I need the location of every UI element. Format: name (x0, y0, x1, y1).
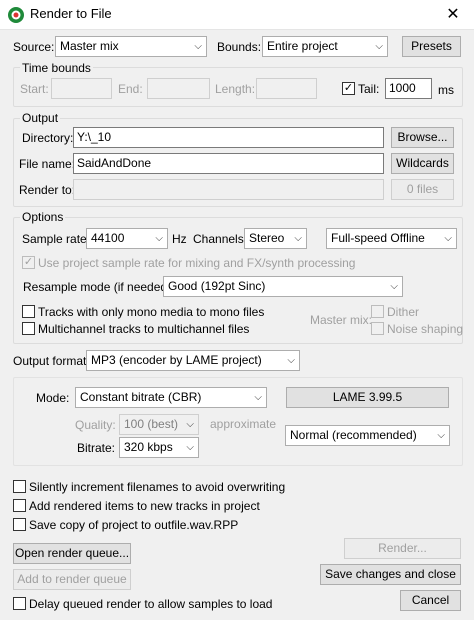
render-to-field (73, 179, 384, 200)
presets-button[interactable]: Presets (402, 36, 461, 57)
lame-version-button[interactable]: LAME 3.99.5 (286, 387, 449, 408)
render-speed-select[interactable]: Full-speed Offline ⌵ (326, 228, 457, 249)
chevron-down-icon: ⌵ (194, 41, 202, 52)
multichannel-checkbox[interactable] (22, 322, 35, 335)
sample-rate-select[interactable]: 44100 ⌵ (86, 228, 168, 249)
tail-label: Tail: (358, 82, 380, 96)
save-copy-checkbox[interactable] (13, 518, 26, 531)
save-and-close-button[interactable]: Save changes and close (320, 564, 461, 585)
sample-rate-value: 44100 (91, 231, 125, 245)
chevron-down-icon: ⌵ (186, 442, 194, 453)
filename-label: File name: (19, 157, 76, 171)
render-to-label: Render to: (19, 183, 76, 197)
bounds-select[interactable]: Entire project ⌵ (262, 36, 388, 57)
quality-label: Quality: (75, 418, 116, 432)
sample-rate-label: Sample rate: (22, 232, 91, 246)
bitrate-label: Bitrate: (77, 441, 116, 455)
noise-shaping-checkbox (371, 322, 384, 335)
output-title: Output (20, 111, 61, 125)
encoding-quality-value: Normal (recommended) (290, 428, 417, 442)
resample-value: Good (192pt Sinc) (168, 279, 266, 293)
channels-select[interactable]: Stereo ⌵ (244, 228, 307, 249)
chevron-down-icon: ⌵ (390, 281, 398, 292)
noise-shaping-label: Noise shaping (387, 322, 464, 336)
quality-select: 100 (best) ⌵ (119, 414, 199, 435)
source-label: Source: (13, 40, 55, 54)
bounds-value: Entire project (267, 39, 338, 53)
multichannel-label: Multichannel tracks to multichannel file… (38, 322, 250, 336)
filename-input[interactable]: SaidAndDone (73, 153, 384, 174)
resample-label: Resample mode (if needed): (23, 280, 175, 294)
directory-label: Directory: (22, 131, 74, 145)
options-title: Options (20, 210, 66, 224)
tail-field[interactable]: 1000 (385, 78, 432, 99)
channels-value: Stereo (249, 231, 285, 245)
chevron-down-icon: ⌵ (254, 392, 262, 403)
mode-value: Constant bitrate (CBR) (80, 390, 202, 404)
delay-queued-label: Delay queued render to allow samples to … (29, 597, 273, 611)
checkmark-icon: ✓ (343, 82, 354, 94)
chevron-down-icon: ⌵ (186, 419, 194, 430)
mono-label: Tracks with only mono media to mono file… (38, 305, 265, 319)
output-format-select[interactable]: MP3 (encoder by LAME project) ⌵ (86, 350, 300, 371)
source-value: Master mix (60, 39, 119, 53)
start-label: Start: (20, 82, 49, 96)
bounds-label: Bounds: (217, 40, 262, 54)
chevron-down-icon: ⌵ (155, 233, 163, 244)
tail-checkbox[interactable]: ✓ (342, 82, 355, 95)
encoding-quality-select[interactable]: Normal (recommended) ⌵ (285, 425, 450, 446)
browse-button[interactable]: Browse... (391, 127, 454, 148)
mono-checkbox[interactable] (22, 305, 35, 318)
silently-increment-checkbox[interactable] (13, 480, 26, 493)
length-label: Length: (215, 82, 256, 96)
render-speed-value: Full-speed Offline (331, 231, 425, 245)
output-format-label: Output format: (13, 354, 90, 368)
use-project-rate-label: Use project sample rate for mixing and F… (38, 256, 356, 270)
bitrate-value: 320 kbps (124, 440, 173, 454)
save-copy-label: Save copy of project to outfile.wav.RPP (29, 518, 239, 532)
quality-value: 100 (best) (124, 417, 179, 431)
render-button: Render... (344, 538, 461, 559)
master-mix-label: Master mix: (310, 313, 373, 327)
add-rendered-label: Add rendered items to new tracks in proj… (29, 499, 260, 513)
time-bounds-title: Time bounds (20, 61, 93, 75)
add-to-render-queue-button: Add to render queue (13, 569, 131, 590)
resample-select[interactable]: Good (192pt Sinc) ⌵ (163, 276, 403, 297)
channels-label: Channels: (193, 232, 248, 246)
wildcards-button[interactable]: Wildcards (391, 153, 454, 174)
silently-increment-label: Silently increment filenames to avoid ov… (29, 480, 286, 494)
cancel-button[interactable]: Cancel (400, 590, 461, 611)
dither-checkbox (371, 305, 384, 318)
approximate-label: approximate (210, 417, 277, 431)
directory-input[interactable]: Y:\_10 (73, 127, 384, 148)
mode-label: Mode: (36, 391, 70, 405)
tail-unit: ms (438, 83, 454, 97)
delay-queued-checkbox[interactable] (13, 597, 26, 610)
checkmark-icon: ✓ (23, 256, 34, 268)
reaper-logo-icon (8, 7, 24, 23)
mode-select[interactable]: Constant bitrate (CBR) ⌵ (75, 387, 267, 408)
length-field[interactable] (256, 78, 317, 99)
start-field[interactable] (51, 78, 112, 99)
chevron-down-icon: ⌵ (287, 355, 295, 366)
add-rendered-checkbox[interactable] (13, 499, 26, 512)
open-render-queue-button[interactable]: Open render queue... (13, 543, 131, 564)
source-select[interactable]: Master mix ⌵ (55, 36, 207, 57)
chevron-down-icon: ⌵ (294, 233, 302, 244)
chevron-down-icon: ⌵ (444, 233, 452, 244)
close-icon[interactable]: ✕ (436, 3, 470, 27)
end-field[interactable] (147, 78, 210, 99)
bitrate-select[interactable]: 320 kbps ⌵ (119, 437, 199, 458)
dither-label: Dither (387, 305, 420, 319)
use-project-rate-checkbox: ✓ (22, 256, 35, 269)
chevron-down-icon: ⌵ (375, 41, 383, 52)
chevron-down-icon: ⌵ (437, 430, 445, 441)
files-count-button: 0 files (391, 179, 454, 200)
end-label: End: (118, 82, 143, 96)
sample-rate-unit: Hz (172, 232, 187, 246)
output-format-value: MP3 (encoder by LAME project) (91, 353, 262, 367)
window-title: Render to File (30, 6, 112, 21)
